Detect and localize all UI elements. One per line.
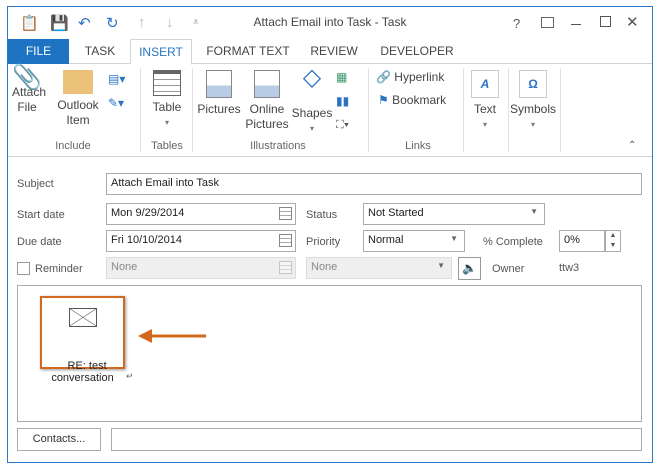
priority-label: Priority bbox=[306, 236, 341, 248]
calendar-icon[interactable] bbox=[279, 234, 292, 247]
contacts-input[interactable] bbox=[111, 428, 642, 451]
reminder-time-select[interactable]: None ▼ bbox=[306, 257, 452, 279]
contacts-button[interactable]: Contacts... bbox=[17, 428, 101, 451]
ribbon: 📎 Attach File Outlook Item ▤▾ ✎▾ Include … bbox=[8, 64, 652, 157]
owner-value: ttw3 bbox=[559, 262, 580, 274]
close-icon[interactable]: ✕ bbox=[626, 13, 639, 31]
outlook-item-button[interactable]: Outlook Item bbox=[54, 70, 102, 128]
text-icon: A bbox=[471, 70, 499, 98]
status-select[interactable]: Not Started ▼ bbox=[363, 203, 545, 225]
collapse-ribbon-icon[interactable]: ⌃ bbox=[628, 140, 636, 151]
tab-review[interactable]: REVIEW bbox=[304, 39, 364, 64]
screenshot-icon[interactable]: ⛶▾ bbox=[336, 119, 349, 132]
task-window: 📋 💾 ↶ ↻ ↑ ↓ ⩡ Attach Email into Task - T… bbox=[7, 6, 653, 463]
owner-label: Owner bbox=[492, 263, 525, 275]
smartart-icon[interactable]: ▦ bbox=[336, 70, 347, 84]
title-bar: 📋 💾 ↶ ↻ ↑ ↓ ⩡ Attach Email into Task - T… bbox=[8, 7, 652, 39]
text-button[interactable]: A Text ▾ bbox=[468, 70, 502, 132]
ribbon-display-icon[interactable] bbox=[541, 17, 554, 28]
group-include: Include bbox=[55, 140, 91, 152]
window-title: Attach Email into Task - Task bbox=[253, 15, 407, 29]
tab-file[interactable]: FILE bbox=[8, 39, 69, 64]
task-body-editor[interactable]: RE: test conversation ↵ bbox=[17, 285, 642, 422]
chevron-down-icon: ▼ bbox=[437, 261, 445, 270]
bookmark-icon: ⚑ bbox=[378, 93, 389, 107]
divider bbox=[192, 68, 193, 152]
calendar-icon bbox=[279, 261, 292, 274]
online-picture-icon bbox=[254, 70, 280, 98]
priority-select[interactable]: Normal ▼ bbox=[363, 230, 465, 252]
status-label: Status bbox=[306, 209, 338, 221]
attach-file-button[interactable]: 📎 Attach File bbox=[12, 64, 46, 115]
divider bbox=[140, 68, 141, 152]
picture-icon bbox=[206, 70, 232, 98]
chevron-down-icon: ▼ bbox=[530, 207, 538, 216]
hyperlink-icon: 🔗 bbox=[376, 70, 391, 84]
subject-label: Subject bbox=[17, 178, 54, 190]
start-date-label: Start date bbox=[17, 209, 65, 221]
help-icon[interactable]: ? bbox=[513, 16, 520, 31]
shapes-button[interactable]: ◇ Shapes ▾ bbox=[291, 64, 333, 136]
paragraph-mark: ↵ bbox=[126, 371, 134, 381]
bookmark-button[interactable]: ⚑ Bookmark bbox=[378, 93, 446, 108]
tab-format-text[interactable]: FORMAT TEXT bbox=[198, 39, 298, 64]
pictures-button[interactable]: Pictures bbox=[196, 70, 242, 117]
reminder-date-input[interactable]: None bbox=[106, 257, 296, 279]
percent-complete-input[interactable]: 0% bbox=[559, 230, 605, 252]
email-attachment[interactable]: RE: test conversation bbox=[40, 296, 125, 384]
calendar-icon[interactable] bbox=[279, 207, 292, 220]
due-date-label: Due date bbox=[17, 236, 62, 248]
minimize-icon[interactable] bbox=[571, 24, 581, 25]
group-illustrations: Illustrations bbox=[250, 140, 306, 152]
tab-insert[interactable]: INSERT bbox=[130, 39, 192, 65]
hyperlink-button[interactable]: 🔗 Hyperlink bbox=[376, 70, 444, 85]
omega-icon: Ω bbox=[519, 70, 547, 98]
reminder-checkbox[interactable] bbox=[17, 262, 30, 275]
group-links: Links bbox=[405, 140, 431, 152]
reminder-label: Reminder bbox=[35, 263, 83, 275]
arrow-annotation bbox=[138, 329, 206, 343]
maximize-icon[interactable] bbox=[600, 16, 611, 27]
divider bbox=[368, 68, 369, 152]
ribbon-tabs: FILE TASK INSERT FORMAT TEXT REVIEW DEVE… bbox=[8, 39, 652, 65]
symbols-button[interactable]: Ω Symbols ▾ bbox=[510, 70, 556, 132]
table-icon bbox=[153, 70, 181, 96]
due-date-input[interactable]: Fri 10/10/2014 bbox=[106, 230, 296, 252]
divider bbox=[560, 68, 561, 152]
divider bbox=[463, 68, 464, 152]
chart-icon[interactable]: ▮▮ bbox=[336, 94, 349, 108]
paperclip-icon: 📎 bbox=[12, 64, 42, 91]
online-pictures-button[interactable]: Online Pictures bbox=[244, 70, 290, 132]
divider bbox=[508, 68, 509, 152]
envelope-icon bbox=[63, 70, 93, 94]
percent-spinner[interactable]: ▲ ▼ bbox=[605, 230, 621, 252]
envelope-icon bbox=[69, 308, 97, 327]
speaker-icon: 🔈 bbox=[462, 261, 477, 275]
percent-complete-label: % Complete bbox=[483, 236, 543, 248]
subject-input[interactable]: Attach Email into Task bbox=[106, 173, 642, 195]
tab-developer[interactable]: DEVELOPER bbox=[374, 39, 460, 64]
group-tables: Tables bbox=[151, 140, 183, 152]
reminder-sound-button[interactable]: 🔈 bbox=[458, 257, 481, 280]
start-date-input[interactable]: Mon 9/29/2014 bbox=[106, 203, 296, 225]
chevron-down-icon: ▼ bbox=[450, 234, 458, 243]
business-card-icon[interactable]: ▤▾ bbox=[108, 72, 125, 86]
table-button[interactable]: Table ▾ bbox=[146, 70, 188, 130]
tab-task[interactable]: TASK bbox=[70, 39, 130, 64]
signature-icon[interactable]: ✎▾ bbox=[108, 96, 124, 110]
shapes-icon: ◇ bbox=[302, 64, 322, 91]
